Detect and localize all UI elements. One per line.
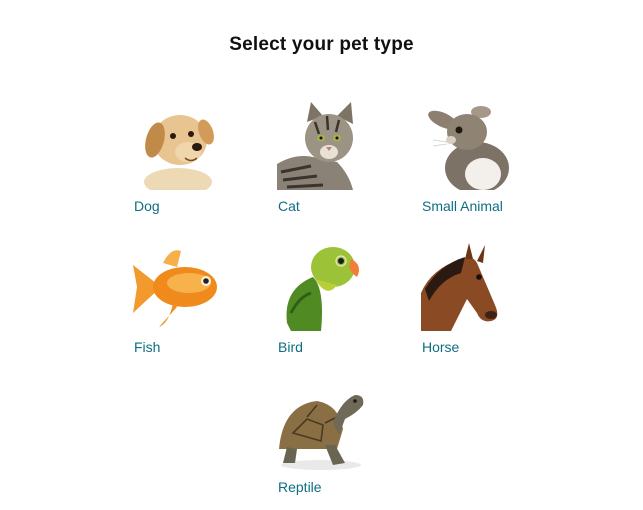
page-title: Select your pet type: [229, 34, 414, 55]
goldfish-photo-icon: [133, 243, 223, 331]
dog-photo-icon: [133, 102, 223, 190]
cat-photo-icon: [277, 102, 367, 190]
pet-label[interactable]: Horse: [422, 339, 459, 355]
pet-label[interactable]: Bird: [278, 339, 303, 355]
pet-label[interactable]: Small Animal: [422, 198, 503, 214]
pet-label[interactable]: Cat: [278, 198, 300, 214]
pet-label[interactable]: Dog: [134, 198, 160, 214]
turtle-photo-icon: [277, 383, 367, 471]
pet-option-small-animal[interactable]: Small Animal: [421, 102, 541, 222]
pet-label[interactable]: Fish: [134, 339, 160, 355]
pet-option-horse[interactable]: Horse: [421, 243, 541, 363]
pet-option-reptile[interactable]: Reptile: [277, 383, 397, 503]
pet-option-dog[interactable]: Dog: [133, 102, 253, 222]
pet-option-bird[interactable]: Bird: [277, 243, 397, 363]
rabbit-photo-icon: [421, 102, 511, 190]
pet-option-fish[interactable]: Fish: [133, 243, 253, 363]
pet-option-cat[interactable]: Cat: [277, 102, 397, 222]
horse-photo-icon: [421, 243, 511, 331]
parrot-photo-icon: [277, 243, 367, 331]
pet-label[interactable]: Reptile: [278, 479, 322, 495]
